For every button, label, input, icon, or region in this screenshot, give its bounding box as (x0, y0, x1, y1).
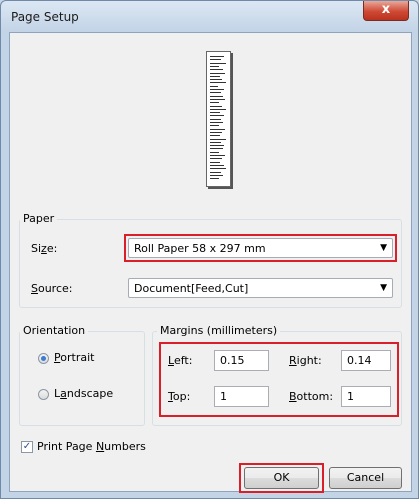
right-margin-input[interactable]: 0.14 (341, 350, 391, 371)
page-setup-dialog: Page Setup x Paper Size: Roll Paper 58 x… (0, 0, 419, 499)
preview-text-line (210, 155, 225, 156)
preview-text-line (210, 138, 226, 140)
chevron-down-icon: ▼ (380, 283, 387, 293)
page-preview (206, 51, 231, 187)
window-title: Page Setup (11, 10, 79, 24)
preview-text-line (210, 115, 224, 117)
preview-text-line (210, 122, 223, 123)
preview-text-line (210, 118, 221, 120)
preview-text-line (210, 105, 222, 107)
portrait-radio[interactable] (38, 353, 49, 364)
bottom-margin-label: Bottom: (289, 390, 334, 403)
preview-text-line (210, 135, 220, 137)
orientation-group (19, 331, 145, 426)
top-margin-input[interactable]: 1 (214, 386, 269, 407)
preview-text-line (210, 62, 226, 64)
title-bar[interactable]: Page Setup x (1, 1, 418, 31)
bottom-margin-input[interactable]: 1 (341, 386, 391, 407)
preview-text-line (210, 89, 224, 90)
preview-text-line (210, 82, 226, 84)
dialog-body: Paper Size: Roll Paper 58 x 297 mm ▼ Sou… (9, 32, 412, 493)
paper-group-label: Paper (20, 212, 58, 225)
size-highlight (124, 234, 397, 262)
left-margin-label: Left: (168, 354, 193, 367)
preview-text-line (210, 56, 224, 57)
preview-text-line (210, 174, 223, 176)
size-label: Size: (31, 242, 58, 255)
top-margin-label: Top: (168, 390, 191, 403)
landscape-radio[interactable] (38, 389, 49, 400)
preview-text-line (210, 85, 218, 87)
preview-text-line (210, 79, 222, 81)
preview-text-line (210, 72, 225, 74)
cancel-button[interactable]: Cancel (329, 467, 402, 489)
preview-text-line (210, 164, 224, 166)
margins-group-label: Margins (millimeters) (157, 324, 281, 337)
preview-text-line (210, 168, 226, 170)
source-select[interactable]: Document[Feed,Cut] ▼ (128, 278, 393, 298)
preview-text-line (210, 171, 221, 173)
print-page-numbers-label[interactable]: Print Page Numbers (37, 440, 146, 453)
preview-text-line (210, 151, 219, 153)
preview-text-line (210, 161, 220, 163)
preview-text-line (210, 65, 219, 67)
close-button[interactable]: x (363, 1, 409, 21)
preview-text-line (210, 131, 222, 133)
preview-text-line (210, 148, 223, 150)
preview-text-line (210, 145, 224, 147)
ok-highlight (239, 463, 324, 493)
preview-text-line (210, 125, 219, 127)
preview-text-line (210, 95, 223, 97)
preview-text-line (210, 112, 220, 114)
portrait-label[interactable]: Portrait (54, 351, 94, 364)
preview-text-line (210, 178, 219, 180)
preview-text-line (210, 98, 225, 100)
preview-text-line (210, 108, 226, 110)
landscape-label[interactable]: Landscape (54, 387, 113, 400)
orientation-group-label: Orientation (20, 324, 89, 337)
source-label: Source: (31, 282, 73, 295)
left-margin-input[interactable]: 0.15 (214, 350, 269, 371)
preview-text-line (210, 92, 221, 94)
source-select-value: Document[Feed,Cut] (134, 282, 249, 295)
preview-text-line (210, 75, 220, 77)
preview-text-line (210, 69, 223, 71)
preview-text-line (210, 128, 225, 130)
preview-text-line (210, 102, 219, 104)
right-margin-label: Right: (289, 354, 322, 367)
preview-text-line (210, 59, 221, 61)
preview-text-line (210, 158, 222, 160)
print-page-numbers-checkbox[interactable]: ✓ (21, 441, 33, 453)
preview-text-line (210, 141, 221, 143)
